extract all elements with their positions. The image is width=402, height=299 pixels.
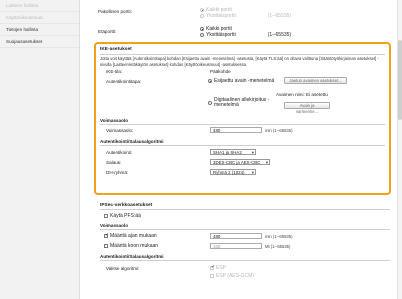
key-status-text: Avaimen nimi: Ei asetettu: [276, 92, 328, 97]
auth-method-label: Autentikointitapa:: [106, 79, 142, 84]
local-port-range: (1--65535): [267, 13, 292, 19]
preshared-key-settings-button[interactable]: Jaetun avaimen asetukset...: [284, 77, 347, 84]
lifetime-time-input[interactable]: 480: [210, 233, 262, 239]
remote-port-label: Etäportti:: [98, 29, 117, 34]
lifetime-time-row: 480 min (1--65535): [210, 233, 292, 239]
algo-esp-option[interactable]: ESP: [210, 265, 226, 271]
dh-group-select[interactable]: Ryhmä 2 (1024): [210, 169, 256, 175]
validity-input[interactable]: 480: [210, 127, 262, 133]
remote-port-all-radio[interactable]: [200, 27, 204, 31]
ipsec-section-title: IPSec-verkkoasetukset: [100, 203, 153, 208]
lifetime-by-time-checkbox[interactable]: [104, 233, 109, 238]
algo-select-label: Valitse algoritmi:: [106, 266, 140, 271]
pfs-option[interactable]: Käytä PFS:ää: [104, 213, 141, 219]
algo-esp-checkbox[interactable]: [210, 265, 215, 270]
auth-signature-option[interactable]: Digitaalinen allekirjoitus -menetelmä: [208, 97, 270, 109]
ike-encryption-label: Salaus:: [106, 160, 122, 165]
ike-auth-algo-select[interactable]: SHA1 ja SHA2: [210, 149, 256, 155]
ike-settings-panel: IKE-asetukset Jotta voit käyttää [Autent…: [94, 42, 391, 195]
ipsec-crypto-divider: [100, 260, 390, 261]
validity-label: Voimassaolo:: [106, 128, 134, 133]
scrollbar[interactable]: [397, 0, 402, 299]
algo-esp-gcm-checkbox[interactable]: [210, 274, 214, 278]
lifetime-by-time-label: Määritä ajan mukaan: [110, 233, 157, 239]
lifetime-time-hint: min (1--65535): [265, 233, 293, 239]
lifetime-by-size-label: Määritä koon mukaan: [110, 243, 159, 249]
pfs-checkbox[interactable]: [104, 214, 108, 218]
local-port-label: Pakollinen portti:: [98, 9, 132, 14]
lifetime-by-size-option[interactable]: Määritä koon mukaan: [104, 243, 158, 249]
dh-group-label: DH-ryhmä:: [106, 170, 129, 175]
local-port-single-label: Yksittäisportti: [206, 13, 236, 19]
ike-mode-label: IKE-tila:: [106, 69, 123, 74]
sidebar-item-data-management[interactable]: Tietojen hallinta: [0, 24, 79, 36]
algo-esp-gcm-option[interactable]: ESP (AES-GCM): [210, 273, 254, 279]
pfs-label: Käytä PFS:ää: [110, 213, 141, 219]
remote-port-single-radio[interactable]: [200, 33, 204, 37]
remote-port-single-option[interactable]: Yksittäisportti (1--65535): [200, 32, 291, 38]
validity-title: Voimassaolo: [100, 118, 128, 123]
algo-esp-label: ESP: [216, 265, 227, 271]
lifetime-size-row: 100 Mt (1--65535): [210, 243, 290, 249]
local-port-single-radio[interactable]: [200, 14, 204, 18]
ike-encryption-select[interactable]: 3DES-CBC ja AES-CBC: [210, 159, 270, 165]
remote-port-single-label: Yksittäisportti: [206, 32, 236, 38]
algo-esp-gcm-label: ESP (AES-GCM): [216, 273, 254, 279]
remote-port-range: (1--65535): [267, 32, 292, 38]
ike-auth-algo-label: Autentikointi:: [106, 150, 133, 155]
local-port-single-option[interactable]: Yksittäisportti (1--65535): [200, 13, 291, 19]
auth-signature-radio[interactable]: [208, 101, 212, 106]
validity-row: 480 min (1--65535): [210, 127, 292, 133]
sidebar-item-security-settings[interactable]: Suojausasetukset: [0, 36, 79, 48]
ipsec-validity-divider: [100, 229, 390, 230]
ike-crypto-title: Autentikointi/Salausalgoritmi: [100, 139, 164, 144]
ike-description: Jotta voit käyttää [Autentikointitapa] k…: [100, 56, 379, 67]
scrollbar-thumb[interactable]: [397, 40, 402, 120]
lifetime-size-input[interactable]: 100: [210, 243, 262, 249]
lifetime-size-hint: Mt (1--65535): [265, 243, 291, 249]
sidebar-item-access-control[interactable]: Käyttöoikeusmuut.: [0, 12, 79, 24]
ipsec-crypto-title: Autentikointi/Salausalgoritmi: [100, 254, 164, 259]
ike-crypto-divider: [100, 145, 385, 146]
auth-preshared-label: Esijaettu avain -menetelmä: [214, 78, 275, 84]
sidebar: Laitteen hallinta Käyttöoikeusmuut. Tiet…: [0, 0, 80, 299]
key-and-certificate-button[interactable]: Avain ja varmenne...: [284, 102, 330, 114]
validity-hint: min (1--65535): [265, 127, 293, 133]
lifetime-by-time-option[interactable]: Määritä ajan mukaan: [104, 233, 157, 239]
ipsec-validity-title: Voimassaolo: [100, 223, 128, 228]
ipsec-section-divider: [100, 209, 390, 210]
ike-mode-value: Pääkohde: [210, 69, 231, 74]
ike-section-title: IKE-asetukset: [100, 47, 132, 52]
local-port-all-radio[interactable]: [200, 8, 204, 12]
ike-section-divider: [100, 54, 385, 55]
sidebar-item-device-management[interactable]: Laitteen hallinta: [0, 0, 79, 12]
lifetime-by-size-checkbox[interactable]: [104, 244, 108, 248]
auth-preshared-option[interactable]: Esijaettu avain -menetelmä: [208, 78, 274, 84]
validity-divider: [100, 124, 385, 125]
main-content: Pakollinen portti: Kaikki portit Yksittä…: [80, 0, 402, 299]
auth-signature-label: Digitaalinen allekirjoitus -menetelmä: [214, 97, 270, 109]
auth-preshared-radio[interactable]: [208, 79, 212, 83]
